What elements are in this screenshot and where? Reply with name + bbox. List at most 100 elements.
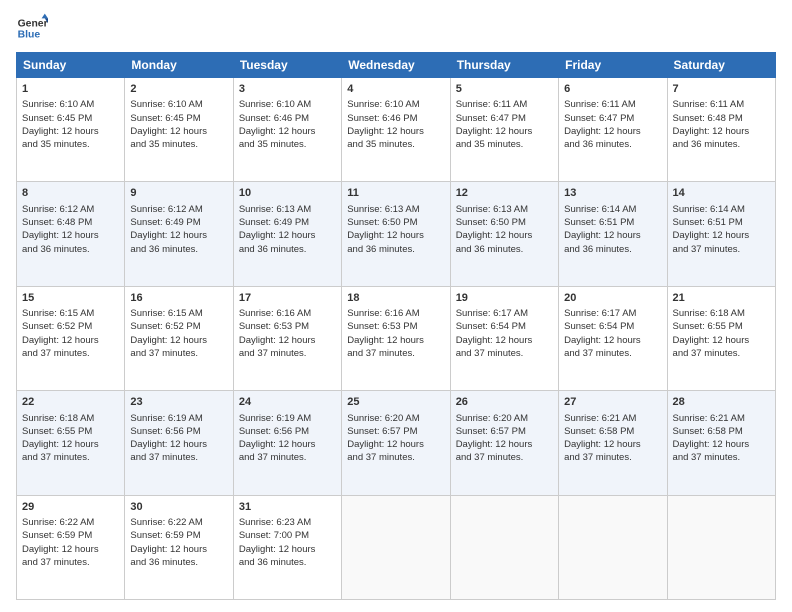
calendar-cell: 15Sunrise: 6:15 AMSunset: 6:52 PMDayligh… — [17, 286, 125, 390]
day-info: and 36 minutes. — [564, 138, 661, 151]
day-info: Sunset: 6:57 PM — [347, 425, 444, 438]
calendar-cell: 10Sunrise: 6:13 AMSunset: 6:49 PMDayligh… — [233, 182, 341, 286]
day-number: 3 — [239, 82, 336, 97]
svg-text:Blue: Blue — [18, 30, 41, 41]
calendar-cell: 2Sunrise: 6:10 AMSunset: 6:45 PMDaylight… — [125, 78, 233, 182]
day-info: Sunset: 6:52 PM — [22, 320, 119, 333]
calendar-cell: 14Sunrise: 6:14 AMSunset: 6:51 PMDayligh… — [667, 182, 775, 286]
day-info: Sunrise: 6:18 AM — [673, 307, 770, 320]
day-info: Sunrise: 6:23 AM — [239, 516, 336, 529]
day-info: Daylight: 12 hours — [564, 125, 661, 138]
calendar-cell: 23Sunrise: 6:19 AMSunset: 6:56 PMDayligh… — [125, 391, 233, 495]
day-number: 4 — [347, 82, 444, 97]
day-info: and 36 minutes. — [130, 556, 227, 569]
day-info: Sunrise: 6:11 AM — [673, 98, 770, 111]
day-info: Sunset: 6:58 PM — [673, 425, 770, 438]
day-info: Daylight: 12 hours — [456, 125, 553, 138]
day-number: 5 — [456, 82, 553, 97]
day-info: Daylight: 12 hours — [239, 438, 336, 451]
calendar-cell: 21Sunrise: 6:18 AMSunset: 6:55 PMDayligh… — [667, 286, 775, 390]
day-info: and 37 minutes. — [673, 347, 770, 360]
day-info: and 37 minutes. — [22, 347, 119, 360]
day-info: Sunrise: 6:10 AM — [239, 98, 336, 111]
day-number: 26 — [456, 395, 553, 410]
day-info: and 36 minutes. — [239, 243, 336, 256]
day-number: 18 — [347, 291, 444, 306]
day-info: Sunrise: 6:10 AM — [22, 98, 119, 111]
day-info: Daylight: 12 hours — [239, 543, 336, 556]
day-info: Sunset: 6:49 PM — [130, 216, 227, 229]
calendar-cell: 6Sunrise: 6:11 AMSunset: 6:47 PMDaylight… — [559, 78, 667, 182]
day-info: Daylight: 12 hours — [22, 334, 119, 347]
calendar-week-1: 1Sunrise: 6:10 AMSunset: 6:45 PMDaylight… — [17, 78, 776, 182]
calendar-cell: 7Sunrise: 6:11 AMSunset: 6:48 PMDaylight… — [667, 78, 775, 182]
day-info: Sunset: 6:59 PM — [130, 529, 227, 542]
day-info: Daylight: 12 hours — [22, 229, 119, 242]
calendar-cell: 3Sunrise: 6:10 AMSunset: 6:46 PMDaylight… — [233, 78, 341, 182]
day-info: Sunset: 6:45 PM — [22, 112, 119, 125]
day-info: Daylight: 12 hours — [456, 229, 553, 242]
day-number: 29 — [22, 500, 119, 515]
day-number: 28 — [673, 395, 770, 410]
calendar-week-3: 15Sunrise: 6:15 AMSunset: 6:52 PMDayligh… — [17, 286, 776, 390]
calendar-cell: 19Sunrise: 6:17 AMSunset: 6:54 PMDayligh… — [450, 286, 558, 390]
day-info: and 37 minutes. — [239, 347, 336, 360]
calendar-week-5: 29Sunrise: 6:22 AMSunset: 6:59 PMDayligh… — [17, 495, 776, 599]
day-number: 12 — [456, 186, 553, 201]
day-info: Sunrise: 6:12 AM — [22, 203, 119, 216]
day-number: 13 — [564, 186, 661, 201]
day-info: Daylight: 12 hours — [456, 334, 553, 347]
day-number: 30 — [130, 500, 227, 515]
day-info: Sunset: 6:46 PM — [347, 112, 444, 125]
calendar-cell: 17Sunrise: 6:16 AMSunset: 6:53 PMDayligh… — [233, 286, 341, 390]
day-header-friday: Friday — [559, 53, 667, 78]
day-info: and 36 minutes. — [130, 243, 227, 256]
calendar-cell: 11Sunrise: 6:13 AMSunset: 6:50 PMDayligh… — [342, 182, 450, 286]
day-info: Sunset: 6:49 PM — [239, 216, 336, 229]
day-info: Daylight: 12 hours — [673, 438, 770, 451]
day-header-tuesday: Tuesday — [233, 53, 341, 78]
day-info: and 36 minutes. — [239, 556, 336, 569]
day-info: Daylight: 12 hours — [130, 334, 227, 347]
day-info: Sunset: 6:50 PM — [456, 216, 553, 229]
day-info: Daylight: 12 hours — [347, 229, 444, 242]
day-number: 14 — [673, 186, 770, 201]
calendar-cell: 25Sunrise: 6:20 AMSunset: 6:57 PMDayligh… — [342, 391, 450, 495]
day-info: Sunrise: 6:22 AM — [130, 516, 227, 529]
day-number: 6 — [564, 82, 661, 97]
day-info: and 36 minutes. — [673, 138, 770, 151]
day-info: Sunset: 6:56 PM — [130, 425, 227, 438]
day-info: Sunset: 6:47 PM — [564, 112, 661, 125]
day-info: and 36 minutes. — [347, 243, 444, 256]
day-number: 10 — [239, 186, 336, 201]
day-info: Daylight: 12 hours — [564, 229, 661, 242]
day-info: Sunrise: 6:19 AM — [130, 412, 227, 425]
day-header-saturday: Saturday — [667, 53, 775, 78]
day-info: and 37 minutes. — [130, 347, 227, 360]
day-info: Daylight: 12 hours — [239, 125, 336, 138]
calendar-body: 1Sunrise: 6:10 AMSunset: 6:45 PMDaylight… — [17, 78, 776, 600]
day-info: Sunrise: 6:10 AM — [130, 98, 227, 111]
day-number: 15 — [22, 291, 119, 306]
day-info: Sunset: 6:55 PM — [22, 425, 119, 438]
calendar-cell: 5Sunrise: 6:11 AMSunset: 6:47 PMDaylight… — [450, 78, 558, 182]
day-info: Sunrise: 6:13 AM — [456, 203, 553, 216]
day-info: Sunrise: 6:22 AM — [22, 516, 119, 529]
day-header-monday: Monday — [125, 53, 233, 78]
day-info: and 35 minutes. — [239, 138, 336, 151]
day-info: Daylight: 12 hours — [456, 438, 553, 451]
day-info: Sunset: 6:51 PM — [564, 216, 661, 229]
day-info: Sunset: 6:48 PM — [22, 216, 119, 229]
calendar-cell: 18Sunrise: 6:16 AMSunset: 6:53 PMDayligh… — [342, 286, 450, 390]
day-info: Sunrise: 6:20 AM — [456, 412, 553, 425]
calendar-cell: 8Sunrise: 6:12 AMSunset: 6:48 PMDaylight… — [17, 182, 125, 286]
day-info: Sunset: 6:58 PM — [564, 425, 661, 438]
day-header-thursday: Thursday — [450, 53, 558, 78]
calendar-cell — [667, 495, 775, 599]
day-number: 24 — [239, 395, 336, 410]
calendar-week-2: 8Sunrise: 6:12 AMSunset: 6:48 PMDaylight… — [17, 182, 776, 286]
calendar-cell — [450, 495, 558, 599]
day-number: 1 — [22, 82, 119, 97]
day-number: 20 — [564, 291, 661, 306]
day-info: Sunset: 6:53 PM — [347, 320, 444, 333]
